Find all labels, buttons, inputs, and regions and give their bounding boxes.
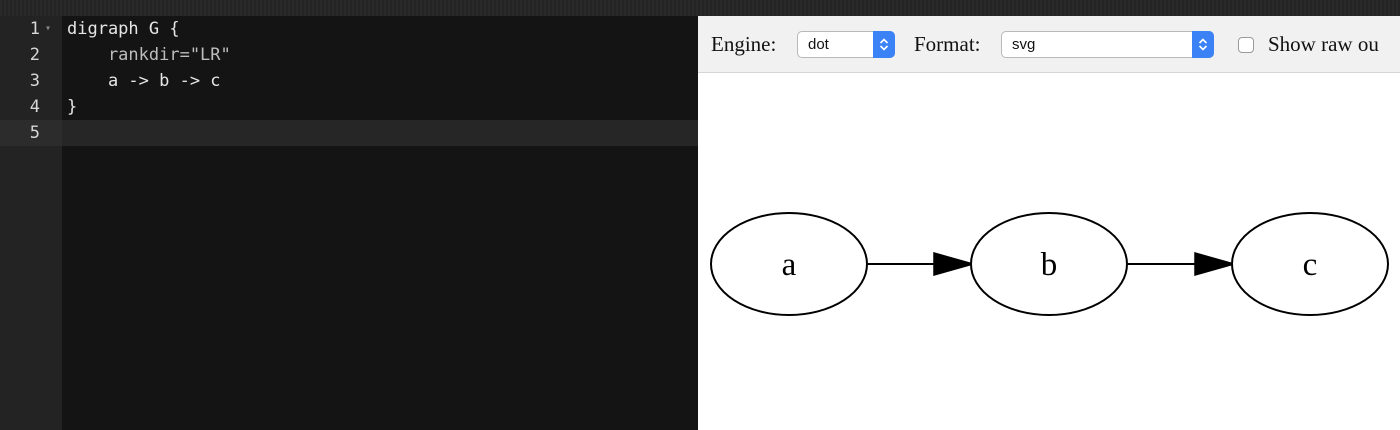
graph-edge-a-b — [868, 252, 976, 276]
top-bar — [0, 0, 1400, 16]
format-select-value: svg — [1012, 36, 1036, 53]
line-number: 3 — [29, 71, 40, 91]
code-line: a -> b -> c — [67, 71, 221, 91]
show-raw-output-label[interactable]: Show raw ou — [1268, 16, 1379, 72]
line-number: 2 — [29, 45, 40, 65]
preview-toolbar: Engine: dot Format: svg Show raw ou — [698, 16, 1400, 73]
line-number: 1 — [29, 19, 40, 39]
chevron-down-icon[interactable]: ▾ — [45, 16, 51, 42]
graph-render-area: a b c — [698, 73, 1400, 430]
updown-arrows-icon — [873, 31, 895, 58]
engine-label: Engine: — [711, 32, 777, 56]
updown-arrows-icon — [1192, 31, 1214, 58]
graph-edge-b-c — [1128, 252, 1237, 276]
code-line: } — [67, 97, 78, 117]
code-line: digraph G { — [67, 19, 180, 39]
graph-node-b: b — [970, 212, 1128, 316]
app-window: 1 ▾ 2 3 4 5 digraph G { rankdir="LR" a -… — [0, 0, 1400, 430]
code-line: rankdir="LR" — [67, 45, 231, 65]
line-number: 5 — [29, 123, 40, 143]
engine-select-value: dot — [808, 36, 829, 53]
show-raw-output-checkbox[interactable] — [1238, 37, 1254, 53]
graph-node-a: a — [710, 212, 868, 316]
format-label: Format: — [914, 32, 981, 56]
graph-node-c: c — [1231, 212, 1389, 316]
engine-select[interactable]: dot — [797, 31, 895, 58]
format-select[interactable]: svg — [1001, 31, 1214, 58]
node-label: c — [1303, 247, 1318, 283]
code-text-area[interactable]: digraph G { rankdir="LR" a -> b -> c } — [62, 16, 698, 430]
node-label: a — [782, 247, 797, 283]
code-editor[interactable]: 1 ▾ 2 3 4 5 digraph G { rankdir="LR" a -… — [0, 16, 698, 430]
graph-svg: a b c — [710, 212, 1389, 316]
preview-panel: Engine: dot Format: svg Show raw ou a b … — [698, 16, 1400, 430]
line-number: 4 — [29, 97, 40, 117]
node-label: b — [1041, 247, 1058, 283]
